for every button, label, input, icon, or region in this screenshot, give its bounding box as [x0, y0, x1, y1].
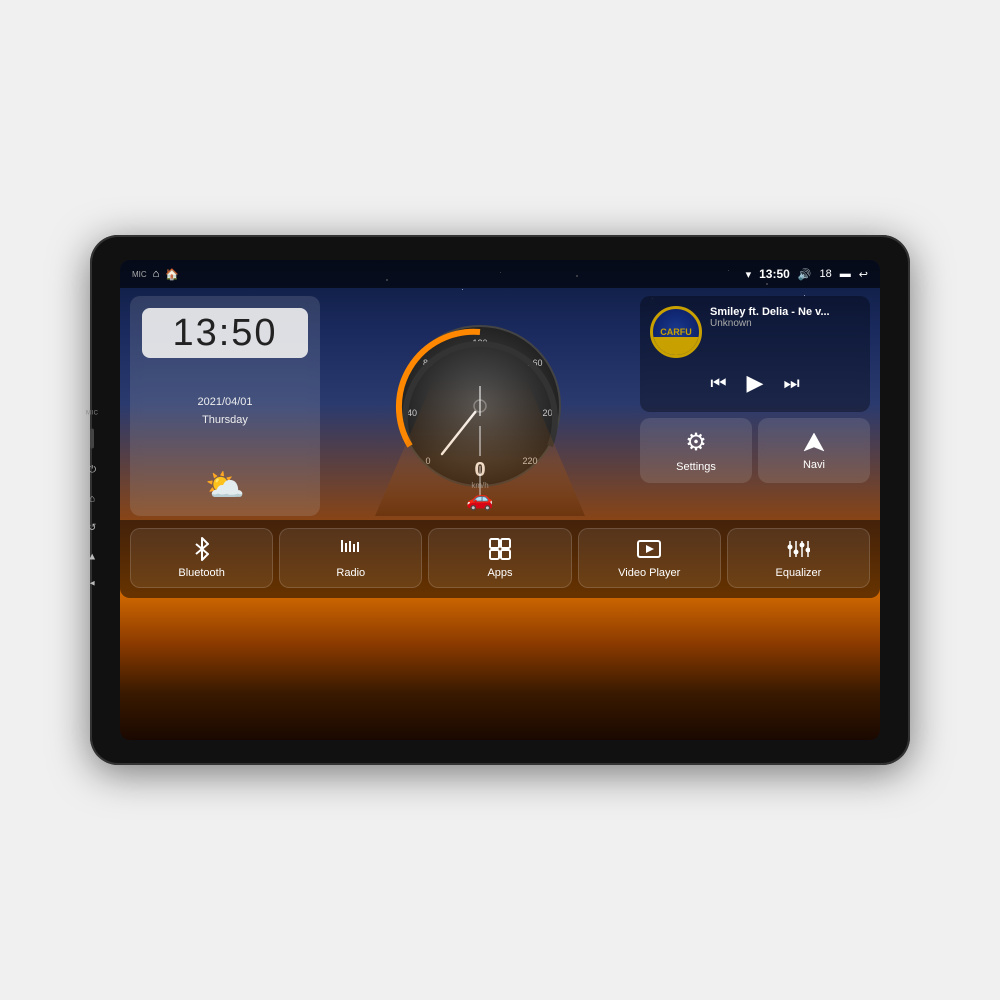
music-logo-text: CARFU [660, 327, 692, 337]
clock-time: 13:50 [156, 314, 294, 352]
house-status-icon[interactable]: 🏠 [165, 268, 179, 281]
volume-status-icon: 🔊 [798, 268, 812, 281]
next-button[interactable]: ⏭ [783, 373, 799, 394]
music-controls: ⏮ ▶ ⏭ [650, 364, 860, 402]
road-svg [328, 296, 632, 516]
power-icon[interactable]: ⏻ [88, 465, 96, 476]
car-head-unit: MIC ⏻ ⌂ ↺ ▲ ◄ MIC ⌂ 🏠 [90, 235, 910, 765]
right-panels: CARFU Smiley ft. Delia - Ne v... Unknown… [640, 296, 870, 516]
navi-icon [802, 431, 826, 455]
apps-icon [488, 537, 512, 561]
vol-up-icon[interactable]: ▲ [87, 552, 97, 563]
music-artist: Unknown [710, 318, 860, 329]
speedometer-panel: 120 160 200 220 80 40 0 [328, 296, 632, 516]
radio-label: Radio [336, 567, 365, 579]
status-left: MIC ⌂ 🏠 [132, 268, 179, 281]
equalizer-button[interactable]: Equalizer [727, 528, 870, 588]
panels-row: 13:50 2021/04/01 Thursday ⛅ [120, 288, 880, 520]
settings-navi-row: ⚙ Settings Navi [640, 418, 870, 483]
bluetooth-button[interactable]: Bluetooth [130, 528, 273, 588]
home-status-icon[interactable]: ⌂ [153, 268, 160, 280]
music-logo: CARFU [650, 306, 702, 358]
music-panel: CARFU Smiley ft. Delia - Ne v... Unknown… [640, 296, 870, 412]
home-side-icon[interactable]: ⌂ [89, 494, 95, 505]
settings-icon: ⚙ [685, 428, 707, 457]
play-button[interactable]: ▶ [747, 370, 764, 396]
equalizer-icon [786, 537, 810, 561]
mic-status-label: MIC [132, 270, 147, 279]
screen: MIC ⌂ 🏠 ▾ 13:50 🔊 18 ▬ ↩ 1 [120, 260, 880, 740]
car-icon: 🚗 [466, 486, 493, 512]
radio-button[interactable]: Radio [279, 528, 422, 588]
back-side-icon[interactable]: ↺ [88, 523, 96, 534]
wifi-status-icon: ▾ [746, 268, 752, 281]
prev-button[interactable]: ⏮ [710, 373, 726, 394]
volume-level: 18 [820, 268, 832, 280]
main-content: 13:50 2021/04/01 Thursday ⛅ [120, 288, 880, 740]
navi-label: Navi [803, 459, 825, 471]
weather-icon: ⛅ [205, 466, 245, 504]
music-title: Smiley ft. Delia - Ne v... [710, 306, 860, 318]
vol-down-icon[interactable]: ◄ [88, 579, 96, 588]
radio-icon [339, 537, 363, 561]
settings-button[interactable]: ⚙ Settings [640, 418, 752, 483]
music-header: CARFU Smiley ft. Delia - Ne v... Unknown [650, 306, 860, 358]
bluetooth-label: Bluetooth [178, 567, 224, 579]
equalizer-label: Equalizer [775, 567, 821, 579]
clock-date: 2021/04/01 Thursday [197, 394, 252, 429]
settings-label: Settings [676, 461, 716, 473]
apps-button[interactable]: Apps [428, 528, 571, 588]
bottom-app-bar: Bluetooth Radio [120, 520, 880, 598]
apps-label: Apps [487, 567, 512, 579]
rst-button[interactable] [90, 429, 94, 449]
bluetooth-icon [190, 537, 214, 561]
status-bar: MIC ⌂ 🏠 ▾ 13:50 🔊 18 ▬ ↩ [120, 260, 880, 288]
music-info: Smiley ft. Delia - Ne v... Unknown [710, 306, 860, 329]
side-buttons: MIC ⏻ ⌂ ↺ ▲ ◄ [86, 411, 99, 590]
clock-display: 13:50 [142, 308, 308, 358]
mic-label: MIC [86, 411, 99, 417]
video-player-button[interactable]: Video Player [578, 528, 721, 588]
video-player-icon [637, 537, 661, 561]
status-time: 13:50 [759, 267, 790, 281]
navi-button[interactable]: Navi [758, 418, 870, 483]
video-player-label: Video Player [618, 567, 680, 579]
back-status-icon[interactable]: ↩ [859, 268, 868, 281]
battery-status-icon: ▬ [840, 268, 851, 280]
clock-panel: 13:50 2021/04/01 Thursday ⛅ [130, 296, 320, 516]
status-right: ▾ 13:50 🔊 18 ▬ ↩ [746, 267, 868, 281]
